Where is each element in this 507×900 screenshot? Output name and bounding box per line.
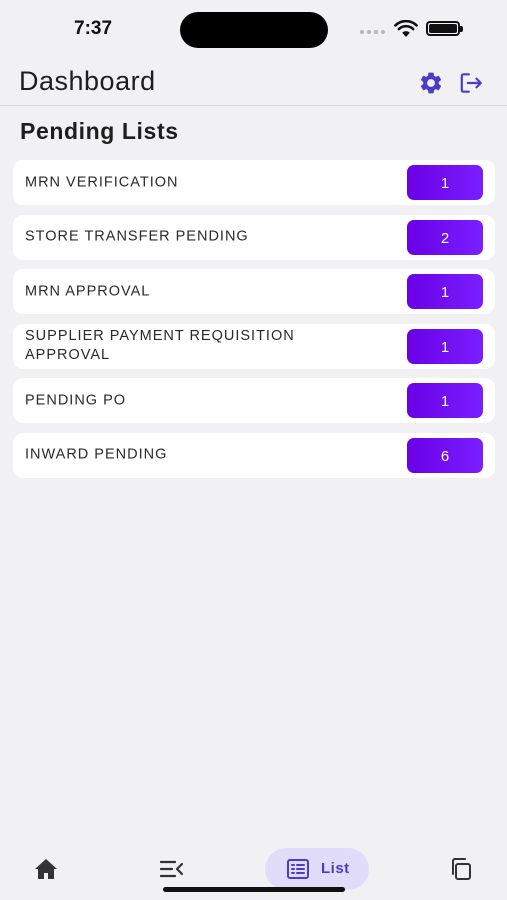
count-badge[interactable]: 1 bbox=[407, 165, 483, 200]
home-indicator bbox=[163, 887, 345, 892]
home-icon[interactable] bbox=[34, 858, 58, 880]
app-bar: Dashboard bbox=[0, 58, 507, 106]
count-badge[interactable]: 1 bbox=[407, 274, 483, 309]
pending-list: MRN VERIFICATION 1 STORE TRANSFER PENDIN… bbox=[13, 160, 495, 487]
dynamic-island bbox=[180, 12, 328, 48]
list-item-label: INWARD PENDING bbox=[25, 446, 168, 463]
copy-icon[interactable] bbox=[449, 857, 473, 881]
list-item-label: STORE TRANSFER PENDING bbox=[25, 228, 249, 245]
page-title: Dashboard bbox=[19, 66, 156, 96]
list-item[interactable]: STORE TRANSFER PENDING 2 bbox=[13, 214, 495, 260]
status-bar: 7:37 bbox=[0, 0, 507, 58]
list-item-label: MRN APPROVAL bbox=[25, 283, 151, 299]
count-badge[interactable]: 6 bbox=[407, 437, 483, 473]
logout-icon[interactable] bbox=[458, 70, 484, 96]
list-item[interactable]: PENDING PO 1 bbox=[13, 378, 495, 423]
battery-icon bbox=[426, 21, 463, 36]
list-item[interactable]: INWARD PENDING 6 bbox=[13, 432, 495, 478]
list-item-label: MRN VERIFICATION bbox=[25, 174, 179, 190]
list-item[interactable]: MRN APPROVAL 1 bbox=[13, 269, 495, 314]
nav-tab-list-label: List bbox=[321, 860, 350, 877]
list-item-label: PENDING PO bbox=[25, 392, 127, 408]
list-icon bbox=[287, 859, 309, 879]
list-item-label: SUPPLIER PAYMENT REQUISITION APPROVAL bbox=[25, 328, 295, 363]
wifi-icon bbox=[394, 20, 418, 37]
cellular-signal-icon bbox=[360, 30, 386, 36]
menu-collapse-icon[interactable] bbox=[160, 859, 184, 879]
nav-tab-list[interactable]: List bbox=[265, 848, 369, 890]
count-badge[interactable]: 2 bbox=[407, 219, 483, 255]
status-time: 7:37 bbox=[74, 18, 113, 39]
list-item[interactable]: MRN VERIFICATION 1 bbox=[13, 160, 495, 205]
gear-icon[interactable] bbox=[418, 70, 444, 96]
count-badge[interactable]: 1 bbox=[407, 383, 483, 418]
list-item[interactable]: SUPPLIER PAYMENT REQUISITION APPROVAL 1 bbox=[13, 323, 495, 369]
screen: 7:37 Dashboard Pending Lists MRN VERIFIC… bbox=[0, 0, 507, 900]
count-badge[interactable]: 1 bbox=[407, 328, 483, 364]
section-title: Pending Lists bbox=[20, 118, 179, 144]
